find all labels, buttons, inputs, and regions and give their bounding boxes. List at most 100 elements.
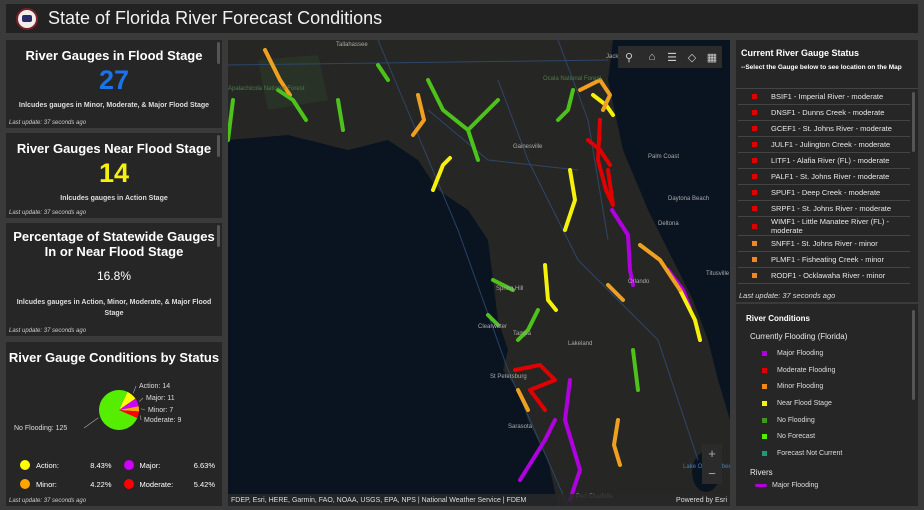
scrollbar[interactable] (217, 135, 220, 157)
status-chart-panel: River Gauge Conditions by Status Action:… (6, 342, 222, 506)
gauge-list-item[interactable]: SPUF1 - Deep Creek - moderate (738, 185, 910, 201)
legend-swatch-icon (762, 350, 767, 356)
legend-item: Major Flooding (762, 345, 918, 362)
last-update: Last update: 37 seconds ago (9, 498, 87, 504)
flood-map[interactable]: TallahasseeJacksonvilleGainesvillePalm C… (228, 40, 730, 506)
status-square-icon (752, 94, 757, 99)
legend-label: Near Flood Stage (777, 399, 832, 407)
gauge-list-item[interactable]: DNSF1 - Dunns Creek - moderate (738, 105, 910, 121)
legend-line-icon (755, 483, 767, 487)
legend-label: No Flooding (777, 416, 815, 424)
gauge-label: SNFF1 - St. Johns River - minor (771, 239, 878, 248)
gauge-label: BSIF1 - Imperial River - moderate (771, 92, 884, 101)
gauge-list-item[interactable]: SNFF1 - St. Johns River - minor (738, 236, 910, 252)
panel-title: River Gauges in Flood Stage (25, 48, 203, 63)
label-leader-line (132, 385, 137, 394)
map-place-label: Clearwater (478, 324, 507, 330)
pie-legend-item: Major: 6.63% (123, 460, 215, 470)
legend-label: Minor Flooding (777, 383, 824, 391)
legend-percent: 5.42% (193, 479, 215, 489)
search-icon: ⚲ (624, 51, 634, 64)
map-place-label: Sarasota (508, 424, 533, 430)
scrollbar[interactable] (217, 225, 220, 247)
gauge-label: SPUF1 - Deep Creek - moderate (771, 188, 881, 197)
legend-item: No Forecast (762, 428, 918, 445)
layers-icon[interactable]: ◇ (682, 51, 702, 64)
flood-stage-panel: River Gauges in Flood Stage 27 Inlcudes … (6, 40, 222, 128)
legend-list-icon[interactable]: ☰ (662, 51, 682, 64)
panel-title: Percentage of Statewide Gauges In or Nea… (13, 229, 215, 259)
home-icon[interactable]: ⌂ (642, 51, 662, 63)
legend-dot-icon (123, 460, 134, 470)
map-place-label: Orlando (628, 279, 650, 285)
legend-title: River Conditions (746, 314, 811, 323)
near-flood-count: 14 (98, 158, 130, 188)
gauge-list-item[interactable]: GCEF1 - St. Johns River - moderate (738, 121, 910, 137)
map-place-label: Tallahassee (336, 42, 368, 48)
pie-legend-item: Action: 8.43% (20, 460, 112, 470)
florida-seal-logo (16, 7, 38, 30)
legend-label: No Forecast (777, 433, 816, 441)
legend-swatch-icon (762, 417, 767, 423)
flood-count: 27 (98, 65, 130, 95)
gauge-list-item[interactable]: WIMF1 - Little Manatee River (FL) - mode… (738, 217, 910, 236)
powered-by-esri[interactable]: Powered by Esri (676, 497, 727, 504)
page-title: State of Florida River Forecast Conditio… (48, 8, 383, 28)
legend-dot-icon (20, 460, 30, 470)
status-square-icon (752, 158, 757, 163)
map-place-label: Tampa (513, 331, 532, 337)
pie-data-label: No Flooding: 125 (14, 425, 67, 432)
legend-item: Minor Flooding (762, 378, 918, 395)
gauge-label: DNSF1 - Dunns Creek - moderate (771, 108, 885, 117)
legend-dot-icon (123, 479, 134, 489)
legend-item: Moderate Flooding (762, 362, 918, 379)
gauge-list-item[interactable]: JULF1 - Julington Creek - moderate (738, 137, 910, 153)
map-legend-panel: River Conditions Currently Flooding (Flo… (736, 304, 918, 506)
last-update: Last update: 37 seconds ago (9, 210, 87, 216)
gauge-list-item[interactable]: BSIF1 - Imperial River - moderate (738, 89, 910, 105)
gauge-label: WIMF1 - Little Manatee River (FL) - mode… (771, 217, 889, 235)
zoom-out-button[interactable]: − (702, 464, 722, 484)
pie-legend-item: Moderate: 5.42% (123, 479, 215, 489)
pie-data-label: Major: 11 (146, 395, 175, 402)
basemap-gallery-icon[interactable]: ▦ (702, 51, 722, 64)
gauge-label: RODF1 - Ocklawaha River - minor (771, 271, 886, 280)
gauge-list-item[interactable]: PLMF1 - Fisheating Creek - minor (738, 252, 910, 268)
legend-swatch-icon (762, 400, 767, 406)
scrollbar[interactable] (217, 42, 220, 64)
map-place-label: Deltona (658, 221, 679, 227)
legend-label: Moderate Flooding (777, 366, 836, 374)
scrollbar[interactable] (912, 310, 915, 400)
status-square-icon (752, 273, 757, 278)
legend-label: Major: (139, 460, 161, 470)
gauge-list-item[interactable]: SRPF1 - St. Johns River - moderate (738, 201, 910, 217)
panel-description: Inlcudes gauges in Minor, Moderate, & Ma… (18, 102, 210, 109)
legend-item: No Flooding (762, 412, 918, 429)
gauge-status-list-panel: Current River Gauge Status --Select the … (736, 40, 918, 302)
legend-percent: 4.22% (90, 479, 112, 489)
gauge-list-item[interactable]: PALF1 - St. Johns River - moderate (738, 169, 910, 185)
gauge-label: SRPF1 - St. Johns River - moderate (771, 204, 892, 213)
search-button[interactable]: ⚲ (618, 46, 642, 68)
legend-swatch-icon (762, 367, 767, 373)
status-pie-chart: Action: 14 Major: 11 Minor: 7 Moderate: 9 No… (14, 383, 181, 432)
map-toolbar: ⌂ ☰ ◇ ▦ (642, 46, 722, 68)
gauge-label: JULF1 - Julington Creek - moderate (771, 140, 891, 149)
gauge-list-item[interactable]: RODF1 - Ocklawaha River - minor (738, 268, 910, 284)
map-place-label: Palm Coast (648, 154, 679, 160)
pie-data-label: Action: 14 (139, 383, 170, 390)
legend-label: Major Flooding (772, 481, 819, 489)
legend-item: Near Flood Stage (762, 395, 918, 412)
panel-title: River Gauges Near Flood Stage (16, 141, 212, 156)
gauge-label: GCEF1 - St. Johns River - moderate (771, 124, 892, 133)
zoom-control: + − (702, 444, 722, 484)
list-title: Current River Gauge Status (741, 48, 860, 58)
near-flood-panel: River Gauges Near Flood Stage 14 Inlcude… (6, 133, 222, 218)
pie-legend-item: Minor: 4.22% (20, 479, 112, 489)
label-leader-line (140, 415, 142, 421)
pie-data-label: Moderate: 9 (144, 417, 181, 424)
scrollbar[interactable] (912, 92, 915, 152)
legend-percent: 8.43% (90, 460, 112, 470)
zoom-in-button[interactable]: + (702, 444, 722, 464)
gauge-list-item[interactable]: LITF1 - Alafia River (FL) - moderate (738, 153, 910, 169)
